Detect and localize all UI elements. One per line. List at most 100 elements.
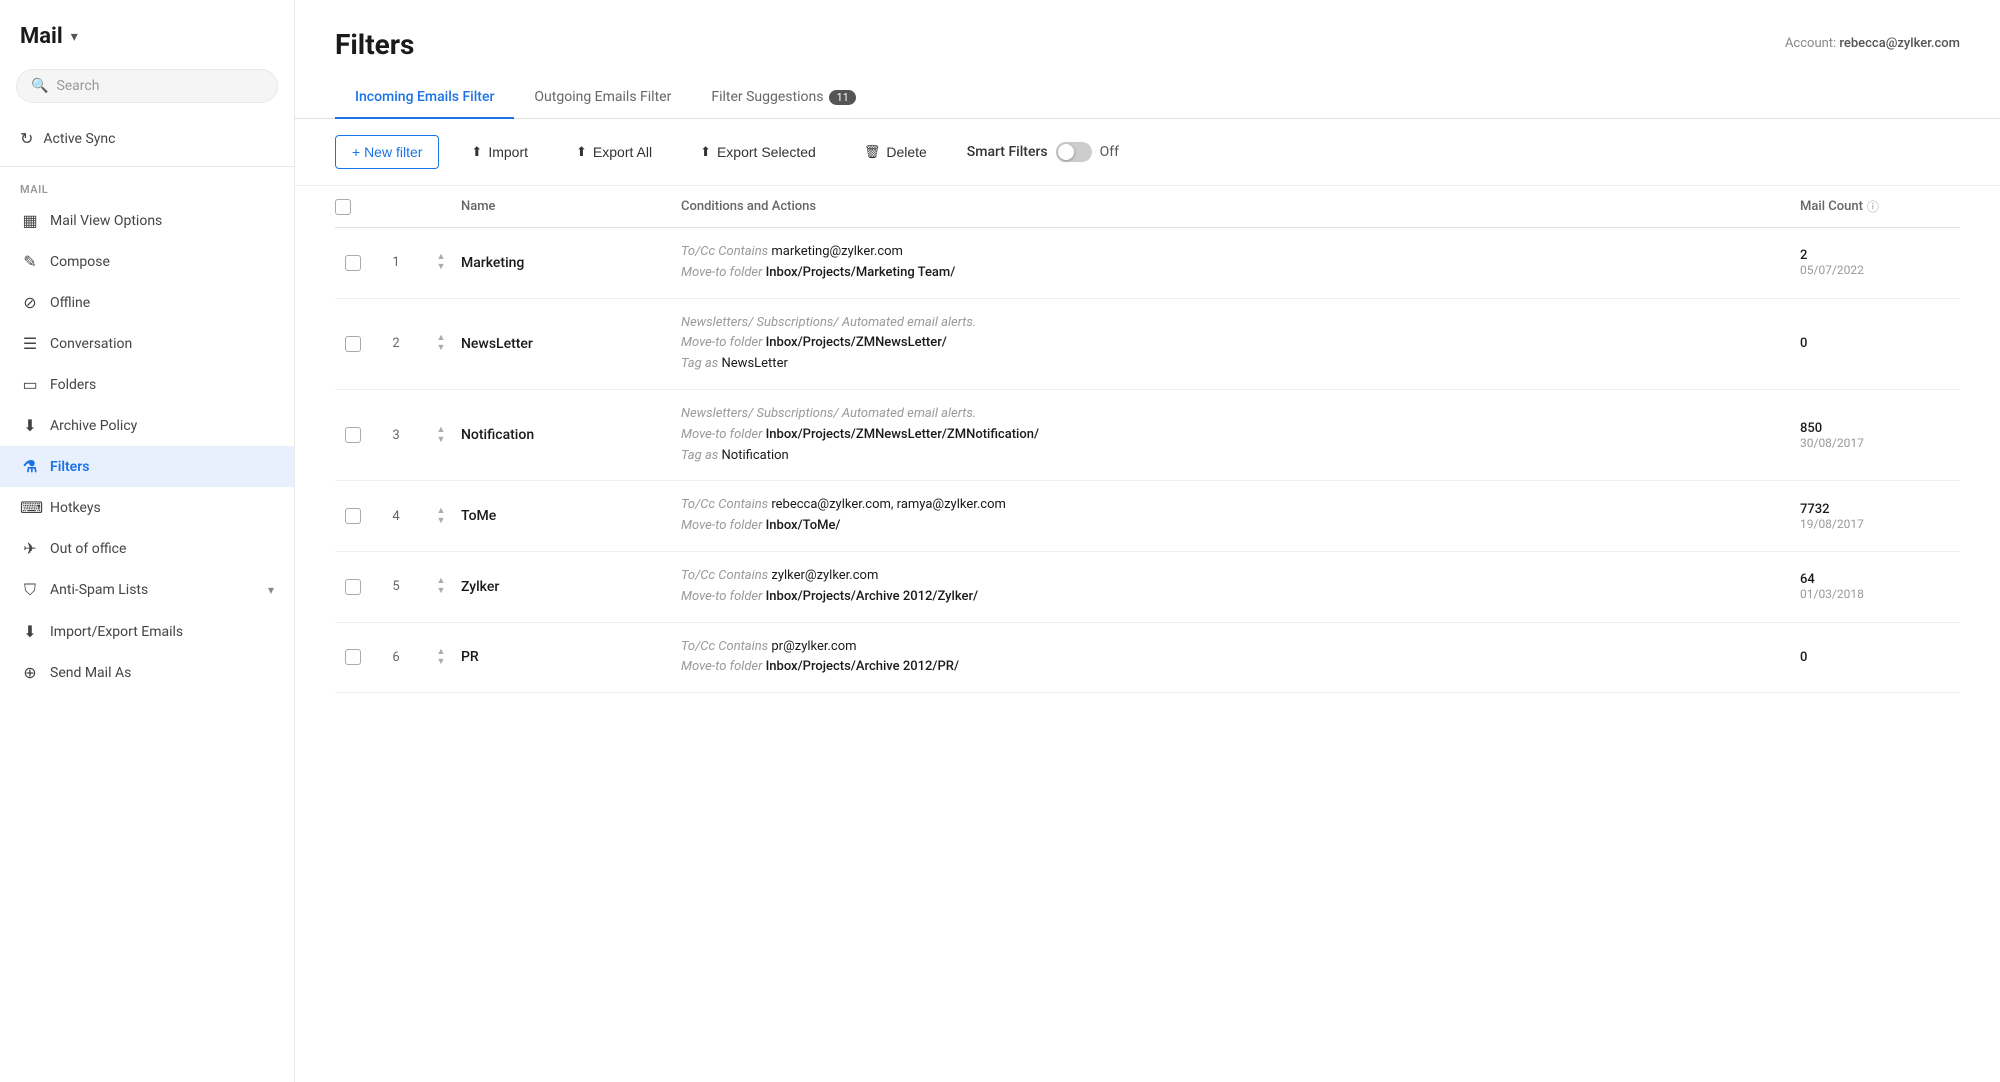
sync-label: Active Sync (43, 131, 115, 147)
sidebar-item-anti-spam-lists[interactable]: ⛉ Anti-Spam Lists ▾ (0, 569, 294, 611)
row-checkbox (335, 255, 371, 271)
anti-spam-lists-icon: ⛉ (20, 580, 40, 600)
archive-policy-icon: ⬇ (20, 416, 40, 435)
table-rows: 1 ▲ ▼ Marketing To/Cc Contains marketing… (335, 228, 1960, 693)
sort-arrows[interactable]: ▲ ▼ (421, 426, 461, 445)
sidebar-item-out-of-office[interactable]: ✈ Out of office (0, 528, 294, 569)
count-date: 30/08/2017 (1800, 436, 1960, 450)
export-all-button[interactable]: ⬆ Export All (560, 136, 668, 168)
arrow-up: ▲ (437, 648, 446, 657)
row-select-checkbox[interactable] (345, 427, 361, 443)
sort-arrows[interactable]: ▲ ▼ (421, 507, 461, 526)
row-num: 1 (371, 255, 421, 270)
row-select-checkbox[interactable] (345, 649, 361, 665)
row-name: NewsLetter (461, 336, 681, 352)
out-of-office-icon: ✈ (20, 539, 40, 558)
offline-label: Offline (50, 295, 274, 311)
new-filter-button[interactable]: + New filter (335, 135, 439, 169)
mail-view-options-label: Mail View Options (50, 213, 274, 229)
conditions-cell: To/Cc Contains marketing@zylker.comMove-… (681, 242, 1800, 284)
active-sync-item[interactable]: ↻ Active Sync (0, 119, 294, 158)
arrow-down: ▼ (437, 658, 446, 667)
row-select-checkbox[interactable] (345, 508, 361, 524)
row-select-checkbox[interactable] (345, 579, 361, 595)
table-row: 2 ▲ ▼ NewsLetter Newsletters/ Subscripti… (335, 299, 1960, 390)
sidebar-item-offline[interactable]: ⊘ Offline (0, 282, 294, 323)
export-selected-button[interactable]: ⬆ Export Selected (684, 136, 832, 168)
toolbar: + New filter ⬆ Import ⬆ Export All ⬆ Exp… (295, 119, 2000, 186)
row-select-checkbox[interactable] (345, 255, 361, 271)
page-title: Filters (335, 28, 414, 61)
app-title-header[interactable]: Mail ▾ (0, 0, 294, 61)
anti-spam-lists-chevron: ▾ (268, 583, 274, 597)
mail-count-cell: 0 (1800, 650, 1960, 665)
row-checkbox (335, 579, 371, 595)
count-num: 2 (1800, 248, 1960, 263)
sort-arrows[interactable]: ▲ ▼ (421, 648, 461, 667)
mail-count-cell: 7732 19/08/2017 (1800, 502, 1960, 531)
mail-count-cell: 0 (1800, 336, 1960, 351)
archive-policy-label: Archive Policy (50, 418, 274, 434)
arrow-down: ▼ (437, 344, 446, 353)
export-selected-icon: ⬆ (700, 144, 711, 160)
filters-label: Filters (50, 459, 274, 475)
count-num: 0 (1800, 336, 1960, 351)
tab-incoming[interactable]: Incoming Emails Filter (335, 77, 514, 119)
count-num: 850 (1800, 421, 1960, 436)
select-all-checkbox[interactable] (335, 199, 351, 215)
import-button[interactable]: ⬆ Import (455, 136, 544, 168)
smart-filters-label: Smart Filters (967, 144, 1048, 160)
row-name: Notification (461, 427, 681, 443)
row-name: ToMe (461, 508, 681, 524)
table-row: 3 ▲ ▼ Notification Newsletters/ Subscrip… (335, 390, 1960, 481)
sidebar-item-archive-policy[interactable]: ⬇ Archive Policy (0, 405, 294, 446)
delete-button[interactable]: 🗑 Delete (848, 136, 943, 168)
th-checkbox (335, 199, 371, 215)
count-date: 19/08/2017 (1800, 517, 1960, 531)
conditions-cell: To/Cc Contains rebecca@zylker.com, ramya… (681, 495, 1800, 537)
sidebar-item-mail-view-options[interactable]: ▦ Mail View Options (0, 200, 294, 241)
sidebar-item-hotkeys[interactable]: ⌨ Hotkeys (0, 487, 294, 528)
arrow-down: ▼ (437, 436, 446, 445)
smart-filters-toggle[interactable] (1056, 142, 1092, 162)
row-checkbox (335, 336, 371, 352)
delete-icon: 🗑 (864, 144, 881, 160)
count-date: 05/07/2022 (1800, 263, 1960, 277)
tabs-bar: Incoming Emails FilterOutgoing Emails Fi… (295, 77, 2000, 119)
row-num: 5 (371, 579, 421, 594)
table-row: 4 ▲ ▼ ToMe To/Cc Contains rebecca@zylker… (335, 481, 1960, 552)
sort-arrows[interactable]: ▲ ▼ (421, 577, 461, 596)
search-box[interactable]: 🔍 Search (16, 69, 278, 103)
row-name: Marketing (461, 255, 681, 271)
sidebar-item-filters[interactable]: ⚗ Filters (0, 446, 294, 487)
smart-filters-toggle-container: Smart Filters Off (959, 142, 1119, 162)
mail-view-options-icon: ▦ (20, 211, 40, 230)
sidebar-item-import-export-emails[interactable]: ⬇ Import/Export Emails (0, 611, 294, 652)
sort-arrows[interactable]: ▲ ▼ (421, 334, 461, 353)
sidebar-item-send-mail-as[interactable]: ⊕ Send Mail As (0, 652, 294, 693)
sidebar-item-folders[interactable]: ▭ Folders (0, 364, 294, 405)
import-icon: ⬆ (471, 144, 482, 160)
mail-count-info-icon[interactable]: ⓘ (1867, 198, 1879, 215)
tab-suggestions[interactable]: Filter Suggestions11 (691, 77, 875, 119)
row-select-checkbox[interactable] (345, 336, 361, 352)
account-info: Account: rebecca@zylker.com (1785, 28, 1960, 51)
export-all-label: Export All (593, 144, 652, 160)
sidebar-item-conversation[interactable]: ☰ Conversation (0, 323, 294, 364)
sync-icon: ↻ (20, 129, 33, 148)
search-placeholder: Search (56, 78, 99, 94)
hotkeys-label: Hotkeys (50, 500, 274, 516)
arrow-up: ▲ (437, 577, 446, 586)
sidebar-item-compose[interactable]: ✎ Compose (0, 241, 294, 282)
conditions-cell: Newsletters/ Subscriptions/ Automated em… (681, 404, 1800, 466)
conversation-label: Conversation (50, 336, 274, 352)
arrow-up: ▲ (437, 507, 446, 516)
send-mail-as-icon: ⊕ (20, 663, 40, 682)
arrow-up: ▲ (437, 426, 446, 435)
import-export-emails-icon: ⬇ (20, 622, 40, 641)
tab-outgoing[interactable]: Outgoing Emails Filter (514, 77, 691, 119)
row-num: 6 (371, 650, 421, 665)
conditions-cell: To/Cc Contains pr@zylker.comMove-to fold… (681, 637, 1800, 679)
sort-arrows[interactable]: ▲ ▼ (421, 253, 461, 272)
row-name: Zylker (461, 579, 681, 595)
